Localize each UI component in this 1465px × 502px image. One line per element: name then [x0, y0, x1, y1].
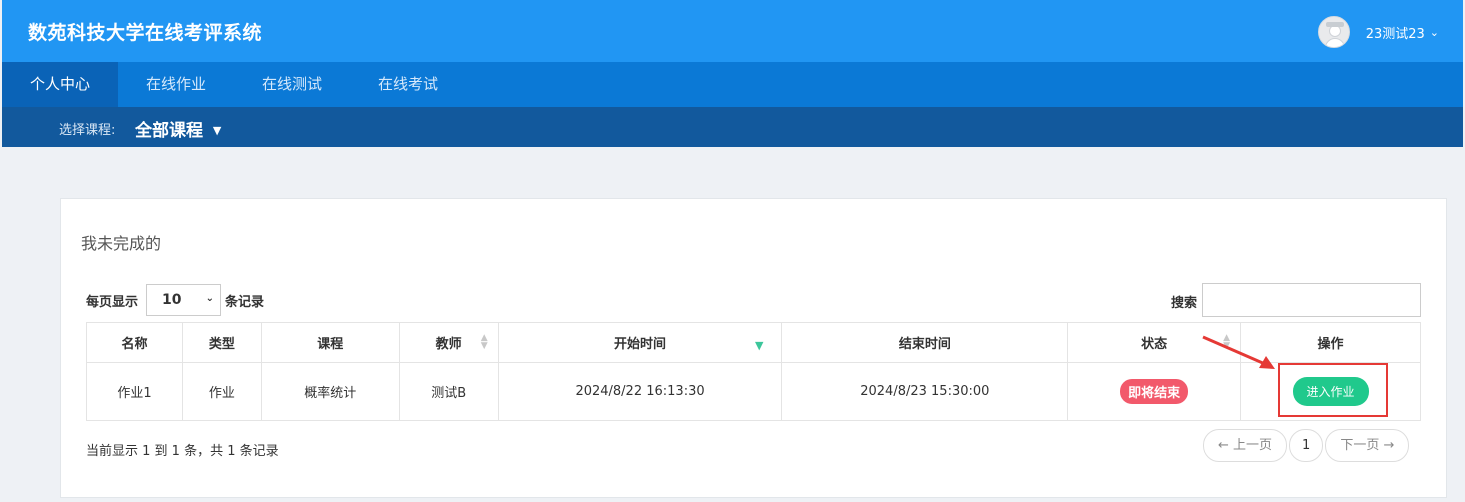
page-size-suffix: 条记录 — [225, 295, 265, 310]
status-badge: 即将结束 — [1120, 379, 1189, 404]
avatar — [1317, 16, 1350, 48]
page-1-button[interactable]: 1 — [1289, 429, 1324, 462]
annotation-arrow-icon — [1202, 335, 1275, 369]
next-page-button[interactable]: 下一页 → — [1325, 429, 1410, 462]
cell-teacher: 测试B — [398, 362, 499, 421]
column-header-type[interactable]: 类型 — [181, 322, 262, 363]
panel-title: 我未完成的 — [81, 234, 162, 253]
page-size-label: 每页显示 — [86, 295, 139, 310]
chevron-down-icon: ⌄ — [205, 293, 214, 304]
course-bar: 选择课程: 全部课程 ▼ — [2, 107, 1463, 147]
user-menu[interactable]: 23测试23 ⌄ — [1317, 16, 1439, 48]
cell-name: 作业1 — [86, 362, 183, 421]
column-header-start-time[interactable]: 开始时间 ▼ — [497, 322, 783, 363]
pagination: ← 上一页 1 下一页 → — [1203, 429, 1411, 462]
cell-course: 概率统计 — [260, 362, 400, 421]
cell-type: 作业 — [181, 362, 262, 421]
main-nav: 个人中心 在线作业 在线测试 在线考试 — [2, 62, 1463, 107]
column-header-teacher[interactable]: 教师 ▲ ▼ — [398, 322, 499, 363]
course-selected: 全部课程 — [135, 121, 203, 141]
nav-item-online-test[interactable]: 在线测试 — [234, 62, 350, 107]
teacher-header-label: 教师 — [435, 337, 462, 352]
enter-homework-button[interactable]: 进入作业 — [1292, 377, 1369, 406]
start-time-header-label: 开始时间 — [614, 337, 667, 352]
pagination-info: 当前显示 1 到 1 条，共 1 条记录 — [86, 444, 279, 459]
prev-page-button[interactable]: ← 上一页 — [1203, 429, 1288, 462]
column-header-course[interactable]: 课程 — [260, 322, 400, 363]
page-size-select[interactable]: 10 ⌄ — [146, 284, 221, 316]
username: 23测试23 — [1365, 26, 1425, 42]
sort-icon: ▲▼ — [480, 333, 488, 351]
cell-start-time: 2024/8/22 16:13:30 — [497, 362, 783, 421]
column-header-name[interactable]: 名称 — [86, 322, 183, 363]
status-header-label: 状态 — [1141, 337, 1168, 352]
chevron-down-icon: ⌄ — [1429, 25, 1439, 39]
nav-item-personal-center[interactable]: 个人中心 — [2, 62, 119, 107]
cell-end-time: 2024/8/23 15:30:00 — [781, 362, 1069, 421]
search-input[interactable] — [1202, 283, 1421, 317]
nav-item-online-exam[interactable]: 在线考试 — [350, 62, 466, 107]
unfinished-panel: 我未完成的 每页显示 10 ⌄ 条记录 搜索 名称 类型 课程 教师 ▲ ▼ 开始… — [60, 198, 1447, 498]
app-title: 数苑科技大学在线考评系统 — [28, 22, 263, 44]
page-size-value: 10 — [162, 292, 182, 308]
nav-item-online-homework[interactable]: 在线作业 — [118, 62, 234, 107]
caret-down-icon: ▼ — [212, 124, 222, 137]
column-header-end-time[interactable]: 结束时间 — [781, 322, 1069, 363]
top-header: 数苑科技大学在线考评系统 23测试23 ⌄ — [2, 0, 1463, 62]
sort-desc-icon: ▼ — [754, 339, 764, 352]
search-label: 搜索 — [1171, 296, 1198, 311]
course-dropdown[interactable]: 全部课程 ▼ — [135, 116, 221, 141]
course-label: 选择课程: — [59, 123, 116, 138]
